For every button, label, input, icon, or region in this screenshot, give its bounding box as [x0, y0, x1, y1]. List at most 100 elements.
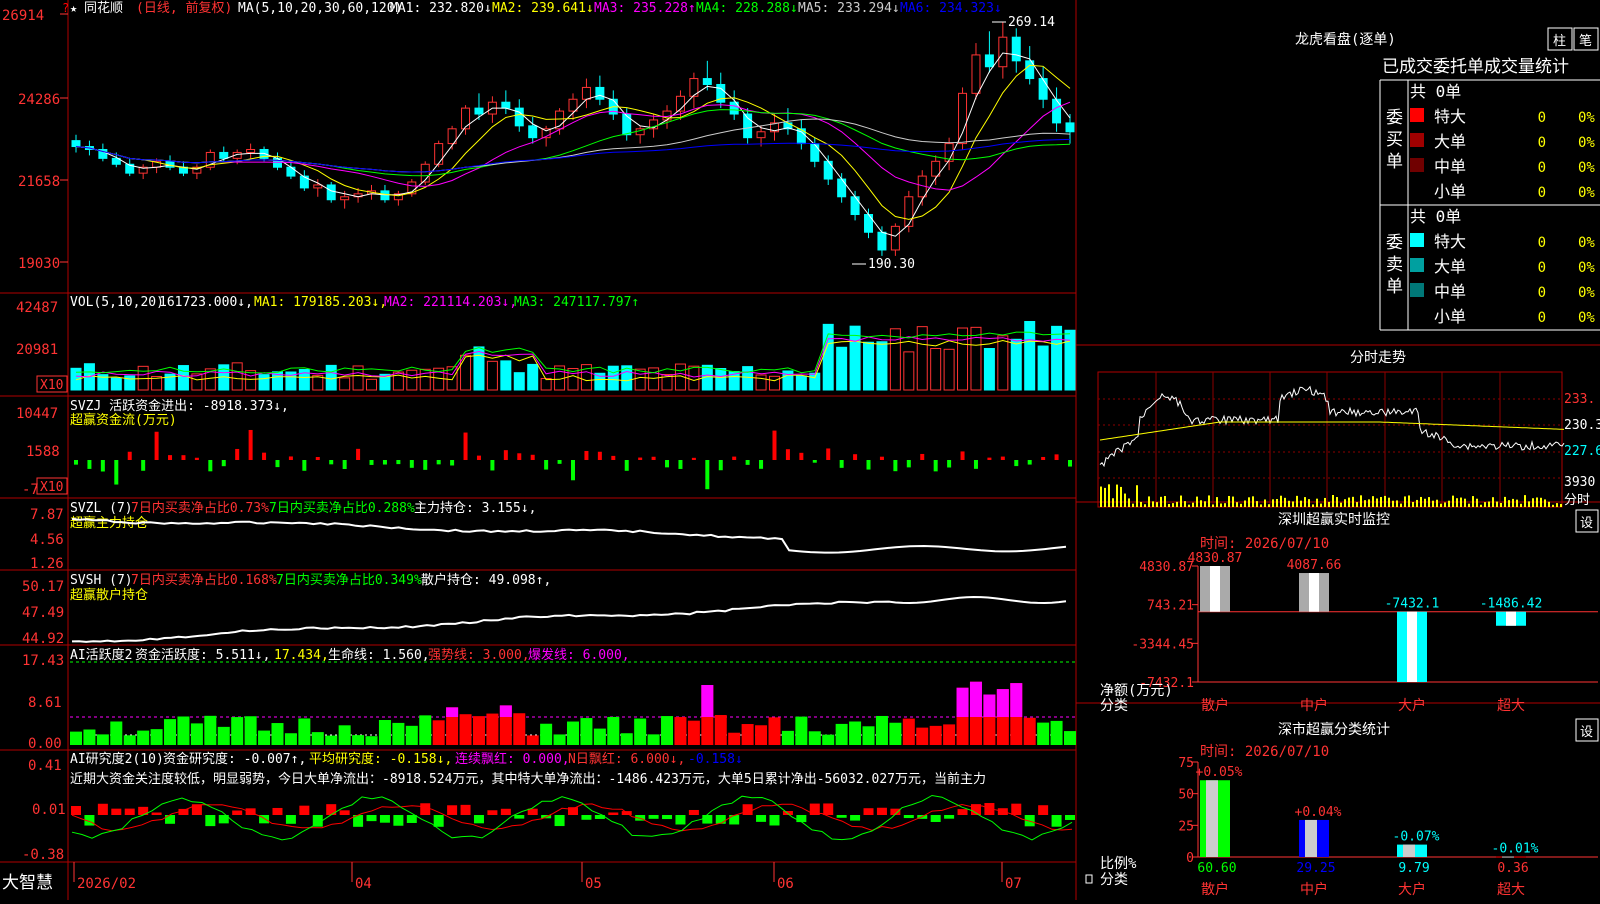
lhb-sell-row-value: 0: [1538, 260, 1546, 276]
research-bar: [796, 815, 807, 823]
lhb-buy-side-label: 委: [1386, 108, 1403, 128]
intraday-vol-bar: [1300, 500, 1302, 507]
volume-bar: [1037, 345, 1049, 391]
vol-scale-label: X10: [40, 378, 63, 393]
classify-value-label: 0.36: [1497, 861, 1528, 876]
flow-bar: [1000, 456, 1005, 460]
intraday-vol-bar: [1532, 498, 1534, 507]
flow-bar: [288, 456, 293, 460]
activity-bar: [902, 718, 915, 745]
intraday-vol-bar: [1240, 503, 1242, 507]
activity-bar: [365, 736, 378, 745]
flow-bar: [423, 460, 428, 470]
intraday-vol-bar: [1276, 498, 1278, 507]
bar-view-button-label[interactable]: 柱: [1553, 34, 1566, 49]
volume-bar: [527, 363, 539, 391]
intraday-vol-bar: [1204, 501, 1206, 507]
volume-bar: [1010, 338, 1022, 391]
period-mode[interactable]: (日线, 前复权): [136, 0, 232, 16]
date-label: 05: [585, 876, 602, 892]
intraday-vol-bar: [1500, 502, 1502, 507]
candle: [528, 125, 538, 139]
activity-bar: [164, 719, 177, 745]
flow-bar: [772, 430, 777, 460]
classify-xlabel: 分类: [1100, 872, 1128, 888]
monitor-category: 散户: [1201, 697, 1229, 714]
activity-bar: [929, 725, 942, 745]
intraday-vol-bar: [1172, 503, 1174, 507]
lhb-buy-row-pct: 0%: [1578, 110, 1595, 126]
intraday-vol-bar: [1168, 503, 1170, 507]
classify-category: 超大: [1497, 882, 1525, 898]
research-bar: [1065, 815, 1075, 820]
activity-bar: [849, 721, 862, 745]
lhb-sell-row-pct: 0%: [1578, 285, 1595, 301]
intraday-vol-bar: [1108, 484, 1110, 507]
intraday-vol-bar: [1540, 497, 1542, 507]
tick-view-button-label[interactable]: 笔: [1579, 33, 1592, 49]
volume-bar: [809, 372, 821, 391]
intraday-frame: [1097, 371, 1563, 508]
intraday-unit: 分时: [1564, 493, 1590, 508]
svzl-tick: 4.56: [30, 532, 64, 548]
research-bar: [124, 808, 135, 815]
intraday-vol-bar: [1184, 501, 1186, 507]
research-bar: [205, 815, 216, 827]
activity-bar: [405, 725, 418, 745]
flow-bar: [799, 452, 804, 460]
svzj-scale-label: X10: [40, 480, 63, 495]
flow-bar: [127, 451, 132, 460]
flow-bar: [154, 431, 159, 460]
app-logo: 大智慧: [2, 873, 53, 893]
monitor-settings-label[interactable]: 设: [1580, 516, 1593, 531]
price-tick: 26914: [2, 8, 44, 24]
vol-legend-3: MA2: 221114.203↓,: [384, 295, 517, 310]
lhb-sell-side-label: 卖: [1386, 255, 1403, 275]
rs-tick: 0.41: [28, 758, 62, 774]
flow-bar: [705, 460, 710, 490]
flow-bar: [248, 429, 253, 460]
flow-bar: [826, 448, 831, 460]
lhb-buy-row-value: 0: [1538, 160, 1546, 176]
chart-canvas[interactable]: 26914 24286 21658 19030? ★ 同花顺 (日线, 前复权) MA(5,1…: [0, 0, 1600, 900]
intraday-vol-bar: [1380, 496, 1382, 507]
activity-bar: [432, 720, 445, 745]
flow-bar: [678, 460, 683, 469]
candle: [958, 92, 968, 145]
svzl-legend-3: 主力持仓: 3.155↓,: [414, 501, 536, 516]
classify-settings-label[interactable]: 设: [1580, 725, 1593, 740]
research-bar: [379, 815, 390, 823]
date-label: 07: [1005, 876, 1022, 892]
lhb-sell-swatch: [1410, 233, 1424, 247]
candle: [998, 36, 1008, 68]
candle: [1065, 122, 1075, 133]
intraday-vol-bar: [1396, 500, 1398, 507]
intraday-title: 分时走势: [1350, 350, 1406, 366]
classify-change-label: +0.04%: [1295, 805, 1342, 820]
research-bar: [675, 815, 686, 825]
intraday-vol-bar: [1412, 501, 1414, 507]
activity-bar: [352, 735, 365, 745]
flow-bar: [906, 460, 911, 468]
monitor-bar-highlight: [1210, 566, 1220, 612]
intraday-vol-bar: [1280, 495, 1282, 507]
intraday-vol-bar: [1216, 497, 1218, 507]
lhb-sell-row-pct: 0%: [1578, 235, 1595, 251]
intraday-vol-bar: [1556, 503, 1558, 507]
intraday-vol-bar: [1112, 498, 1114, 507]
lock-icon: [1085, 874, 1093, 884]
stock-chart-window[interactable]: 26914 24286 21658 19030? ★ 同花顺 (日线, 前复权) MA(5,1…: [0, 0, 1600, 904]
volume-bar: [1051, 325, 1063, 391]
flow-bar: [718, 460, 723, 471]
classify-bar-highlight: [1305, 819, 1317, 857]
flow-bar: [732, 456, 737, 460]
volume-bar: [903, 351, 915, 391]
intraday-vol-bar: [1312, 504, 1314, 507]
activity-bar: [392, 722, 405, 745]
flow-bar: [947, 460, 952, 468]
classify-category: 大户: [1398, 881, 1426, 898]
intraday-vol-bar: [1492, 497, 1494, 507]
date-label: 04: [355, 876, 372, 892]
lhb-sell-side-label: 单: [1386, 277, 1403, 297]
activity-bar: [943, 724, 956, 745]
